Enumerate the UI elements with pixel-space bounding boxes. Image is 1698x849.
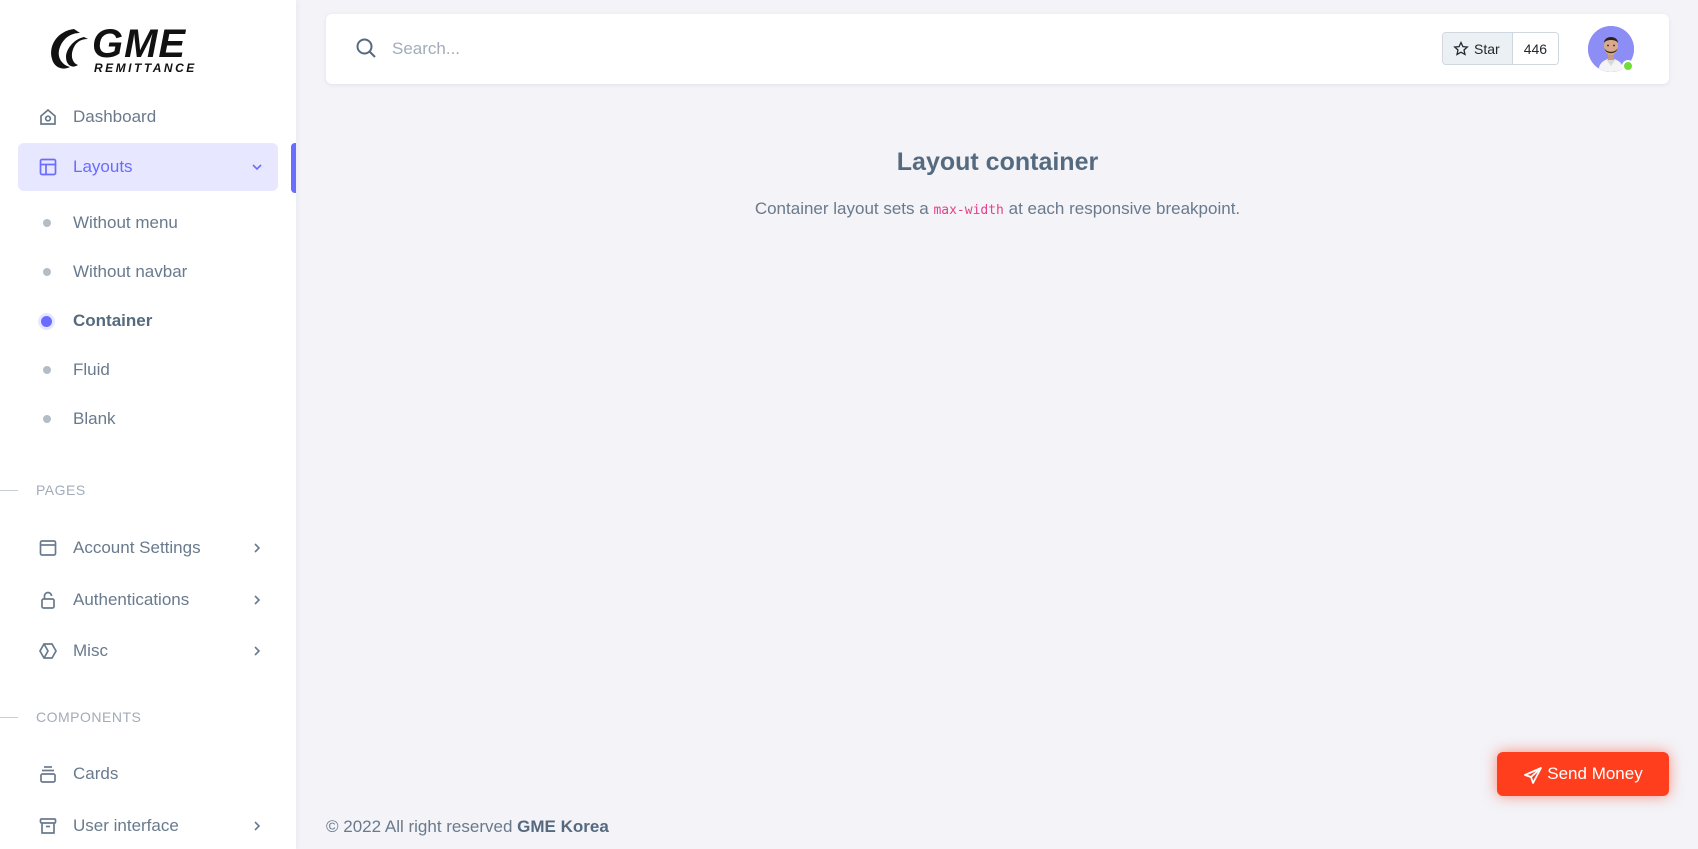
sidebar-subitem-label: Without navbar [73,262,188,281]
section-header-pages: PAGES [0,480,296,500]
sidebar-subitem-without-menu[interactable]: Without menu [18,203,278,243]
chevron-down-icon [252,164,262,171]
layout-icon [39,158,57,176]
star-icon [1453,40,1469,56]
sidebar-item-label: Cards [73,764,119,783]
sidebar-item-label: Dashboard [73,107,157,126]
description-text: Container layout sets a [754,199,934,218]
sidebar-subitem-container[interactable]: Container [18,301,278,341]
send-money-button[interactable]: Send Money [1497,752,1669,796]
section-label: COMPONENTS [36,709,142,725]
sidebar-item-layouts[interactable]: Layouts [18,143,278,191]
collection-icon [40,766,56,783]
chevron-right-icon [254,646,261,656]
sidebar-subitem-blank[interactable]: Blank [18,399,278,439]
sidebar-item-label: Misc [73,641,108,660]
brand-tagline: REMITTANCE [94,61,197,75]
star-label: Star [1474,40,1500,57]
footer-copyright: © 2022 All right reserved [326,817,518,836]
sidebar-subitem-without-navbar[interactable]: Without navbar [18,252,278,292]
sidebar-item-account-settings[interactable]: Account Settings [18,524,278,572]
section-label: PAGES [36,482,86,498]
search-input[interactable] [392,34,992,64]
section-header-components: COMPONENTS [0,707,296,727]
top-navbar: Star 446 [326,14,1669,84]
sidebar-subitem-label: Blank [73,409,116,428]
sidebar-item-misc[interactable]: Misc [18,627,278,675]
page-title: Layout container [896,148,1099,176]
bullet-icon [41,315,52,327]
send-money-label: Send Money [1547,764,1643,783]
lock-icon [41,591,55,609]
chevron-right-icon [254,821,261,831]
sidebar-item-cards[interactable]: Cards [18,750,278,798]
chevron-right-icon [254,595,261,605]
archive-icon [39,818,57,834]
section-divider [0,489,18,491]
sidebar-subitem-label: Fluid [73,360,110,379]
search-icon[interactable] [354,36,378,60]
description-code: max-width [933,203,1004,218]
home-icon [40,108,56,125]
sidebar-item-dashboard[interactable]: Dashboard [18,93,278,141]
bullet-icon [43,268,51,276]
sidebar-item-authentications[interactable]: Authentications [18,576,278,624]
chevron-right-icon [254,543,261,553]
sidebar-item-label: Account Settings [73,538,201,557]
section-divider [0,716,18,718]
cube-icon [39,643,57,659]
bullet-icon [43,366,51,374]
bullet-icon [43,219,51,227]
footer-company[interactable]: GME Korea [517,817,609,836]
window-icon [39,540,57,556]
online-status-badge [1622,60,1634,72]
sidebar-subitem-label: Without menu [73,213,178,232]
brand-name: GME [92,22,187,66]
github-star-widget: Star 446 [1442,32,1560,65]
sidebar-item-label: User interface [73,816,179,835]
sidebar-subitem-fluid[interactable]: Fluid [18,350,278,390]
active-indicator [291,143,296,193]
sidebar: GME REMITTANCE Dashboard Layouts Without… [0,0,296,849]
sidebar-subitem-label: Container [73,311,153,330]
bullet-icon [43,415,51,423]
star-count[interactable]: 446 [1512,33,1559,64]
sidebar-item-user-interface[interactable]: User interface [18,802,278,849]
star-button[interactable]: Star [1443,33,1513,64]
sidebar-item-label: Authentications [73,590,190,609]
logo-mark-icon [51,29,88,69]
description-text-end: at each responsive breakpoint. [1003,199,1241,218]
footer: © 2022 All right reserved GME Korea [326,817,609,837]
brand-logo[interactable]: GME REMITTANCE [44,24,197,74]
sidebar-item-label: Layouts [73,157,133,176]
send-icon [1524,766,1543,784]
page-description: Container layout sets a max-width at eac… [326,199,1669,219]
